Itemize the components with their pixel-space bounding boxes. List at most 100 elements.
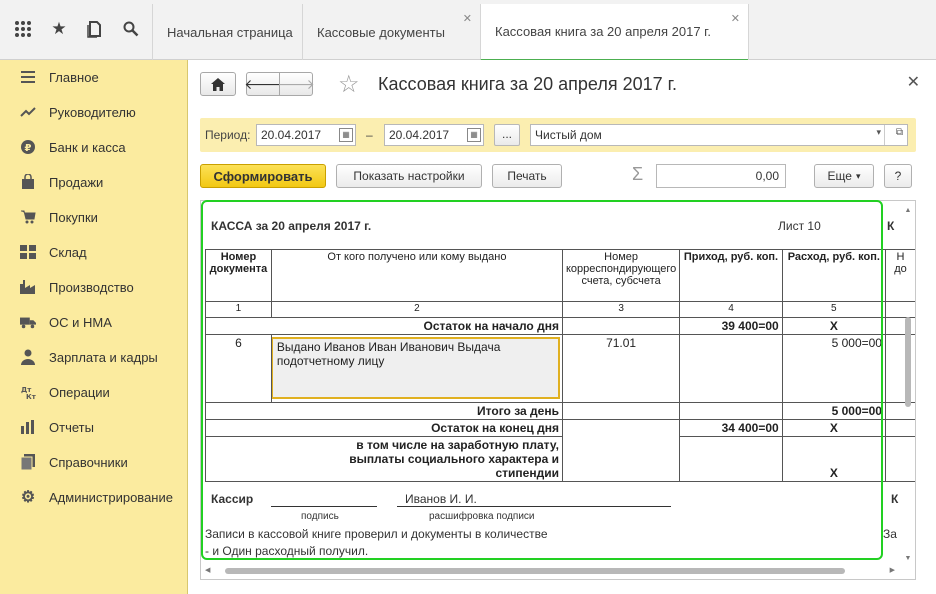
report-heading: КАССА за 20 апреля 2017 г. [211, 219, 372, 233]
sidebar-item-sales[interactable]: Продажи [0, 168, 188, 196]
bag-icon [20, 174, 36, 190]
sheet-number: Лист 10 [778, 219, 821, 233]
bar-chart-icon [20, 419, 36, 435]
selected-cell[interactable]: Выдано Иванов Иван Иванович Выдача подот… [270, 337, 560, 399]
tab-home[interactable]: Начальная страница [152, 4, 302, 60]
scroll-left-icon[interactable]: ◀ [205, 566, 210, 574]
day-total-expense: 5 000=00 [781, 402, 886, 420]
close-icon[interactable]: ✕ [463, 12, 472, 25]
star-favorite-icon[interactable]: ☆ [338, 70, 360, 99]
sidebar-item-salary[interactable]: Зарплата и кадры [0, 343, 188, 371]
signature-line [271, 506, 377, 507]
report-area[interactable]: КАССА за 20 апреля 2017 г. Лист 10 К Ном… [200, 200, 916, 580]
sidebar-item-label: Продажи [49, 174, 104, 190]
cash-book-table: Номер документа От кого получено или ком… [205, 249, 915, 482]
calendar-icon[interactable]: ▦ [339, 128, 353, 142]
column-number: 5 [781, 301, 886, 318]
dt-kt-icon: Дт Кт [20, 384, 36, 400]
expense-value: 5 000=00 [781, 334, 886, 403]
column-number-row: 1 2 3 4 5 [205, 301, 915, 318]
book-icon [20, 454, 36, 470]
sidebar-item-assets[interactable]: ОС и НМА [0, 308, 188, 336]
search-icon[interactable] [120, 18, 142, 40]
field-divider [884, 125, 885, 145]
sidebar-item-purchases[interactable]: Покупки [0, 203, 188, 231]
date-to-field[interactable]: 20.04.2017 ▦ [384, 124, 484, 146]
check-line-1: Записи в кассовой книге проверил и докум… [205, 527, 548, 541]
sidebar-item-label: Покупки [49, 209, 98, 225]
column-header: От кого получено или кому выдано [270, 249, 563, 302]
period-select-button[interactable]: ... [494, 124, 520, 146]
generate-button[interactable]: Сформировать [200, 164, 326, 188]
help-button[interactable]: ? [884, 164, 912, 188]
back-button[interactable]: 🡐 [244, 72, 282, 96]
home-icon [211, 77, 225, 91]
sidebar-item-director[interactable]: Руководителю [0, 98, 188, 126]
empty-cell [561, 317, 681, 335]
including-expense: Х [781, 436, 886, 482]
calendar-icon[interactable]: ▦ [467, 128, 481, 142]
close-icon[interactable]: ✕ [907, 72, 920, 92]
show-settings-button[interactable]: Показать настройки [336, 164, 482, 188]
open-icon[interactable]: ⧉ [896, 127, 903, 138]
top-bar: ★ Начальная страница Кассовые документы … [0, 0, 936, 61]
sidebar-item-operations[interactable]: Дт Кт Операции [0, 378, 188, 406]
cashier-label: Кассир [211, 492, 254, 506]
sidebar-item-production[interactable]: Производство [0, 273, 188, 301]
cart-icon [20, 209, 36, 225]
sidebar-item-main[interactable]: Главное [0, 63, 188, 91]
column-number: 2 [270, 301, 563, 318]
sidebar-item-label: Главное [49, 69, 99, 85]
scroll-right-icon[interactable]: ▶ [890, 566, 895, 574]
scroll-down-icon[interactable]: ▼ [903, 555, 913, 562]
chevron-down-icon: ▾ [855, 170, 861, 181]
empty-cell [205, 402, 272, 420]
decoding-line [397, 506, 671, 507]
table-row[interactable]: 6 Выдано Иванов Иван Иванович Выдача под… [205, 334, 915, 403]
sidebar-item-label: Банк и касса [49, 139, 126, 155]
more-button[interactable]: Еще ▾ [814, 164, 874, 188]
table-header-row: Номер документа От кого получено или ком… [205, 249, 915, 302]
closing-balance-label: Остаток на конец дня [271, 419, 563, 437]
apps-grid-icon[interactable] [12, 18, 34, 40]
empty-cell [205, 436, 272, 482]
forward-button[interactable]: 🡒 [277, 72, 315, 96]
warehouse-icon [20, 244, 36, 260]
horizontal-scrollbar[interactable]: ◀ ▶ [205, 566, 895, 576]
opening-income: 39 400=00 [679, 317, 783, 335]
column-number: 4 [679, 301, 783, 318]
date-from-value: 20.04.2017 [261, 128, 322, 142]
empty-cell [205, 419, 272, 437]
table-row: Итого за день 5 000=00 [205, 402, 915, 420]
sidebar-item-catalogs[interactable]: Справочники [0, 448, 188, 476]
opening-expense: Х [781, 317, 886, 335]
home-button[interactable] [200, 72, 236, 96]
scroll-thumb[interactable] [225, 568, 845, 574]
more-label: Еще [827, 169, 852, 183]
vertical-scrollbar[interactable]: ▲ ▼ [903, 207, 913, 562]
tab-cash-documents[interactable]: Кассовые документы ✕ [302, 4, 480, 60]
empty-cell [679, 402, 783, 420]
sidebar-item-admin[interactable]: ⚙ Администрирование [0, 483, 188, 511]
star-favorites-icon[interactable]: ★ [48, 18, 70, 40]
dropdown-arrow-icon[interactable]: ▾ [876, 127, 881, 138]
params-bar: Период: 20.04.2017 ▦ – 20.04.2017 ▦ ... … [200, 118, 916, 152]
close-icon[interactable]: ✕ [731, 12, 740, 25]
desc-cell[interactable]: Выдано Иванов Иван Иванович Выдача подот… [270, 334, 563, 403]
sidebar-item-bank[interactable]: ₽ Банк и касса [0, 133, 188, 161]
scroll-thumb[interactable] [905, 317, 911, 407]
right-cut-text: К [887, 219, 895, 233]
sidebar-item-label: ОС и НМА [49, 314, 112, 330]
sidebar-item-label: Зарплата и кадры [49, 349, 158, 365]
sidebar-item-warehouse[interactable]: Склад [0, 238, 188, 266]
history-icon[interactable] [84, 18, 106, 40]
column-number: 1 [205, 301, 272, 318]
scroll-up-icon[interactable]: ▲ [903, 207, 913, 214]
organization-field[interactable]: Чистый дом ▾ ⧉ [530, 124, 908, 146]
svg-text:Кт: Кт [26, 393, 36, 400]
print-button[interactable]: Печать [492, 164, 562, 188]
sidebar-item-reports[interactable]: Отчеты [0, 413, 188, 441]
date-from-field[interactable]: 20.04.2017 ▦ [256, 124, 356, 146]
tab-cash-book[interactable]: Кассовая книга за 20 апреля 2017 г. ✕ [480, 4, 748, 61]
column-header: Приход, руб. коп. [679, 249, 783, 302]
